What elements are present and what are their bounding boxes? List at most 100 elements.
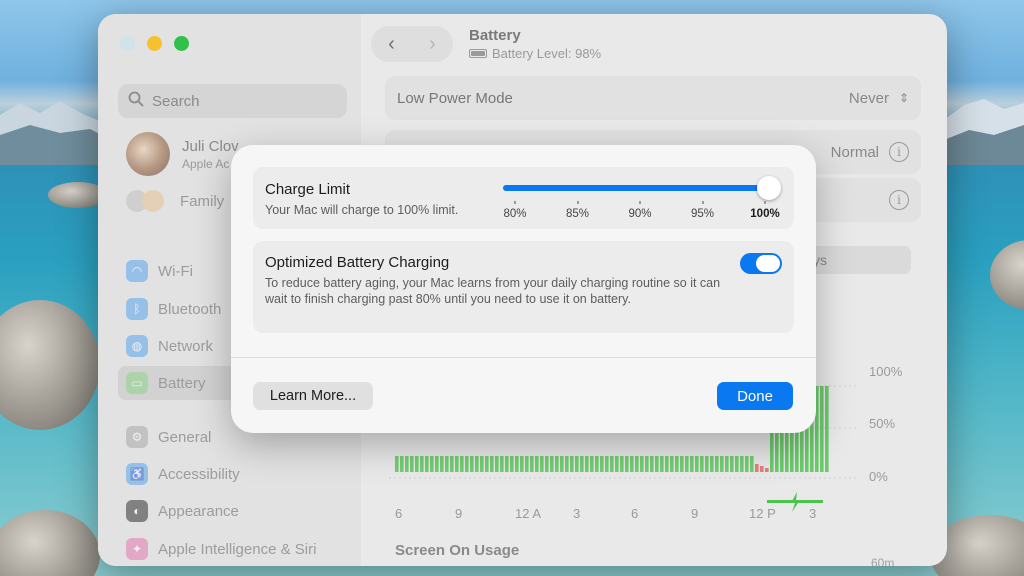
rock-left	[0, 300, 100, 430]
chart-bar	[695, 456, 699, 472]
sidebar-item-label: Network	[158, 337, 214, 355]
chart-bar	[470, 456, 474, 472]
chart-bar	[650, 456, 654, 472]
battery-level-label: Battery Level: 98%	[492, 46, 602, 61]
optimized-charging-card: Optimized Battery Charging To reduce bat…	[253, 241, 794, 333]
chart-bar	[575, 456, 579, 472]
learn-more-button[interactable]: Learn More...	[253, 382, 373, 410]
chart-y-label: 50%	[869, 416, 896, 431]
chart-bar	[425, 456, 429, 472]
chart-x-label: 12 A	[515, 506, 542, 521]
charge-limit-card: Charge Limit Your Mac will charge to 100…	[253, 167, 794, 229]
rock-bottom-left	[0, 510, 100, 576]
chart-x-label: 6	[631, 506, 639, 521]
chart-bar	[430, 456, 434, 472]
slider-tick	[514, 201, 516, 204]
chart-bar	[525, 456, 529, 472]
sidebar-item-label: Apple Intelligence & Siri	[158, 540, 317, 558]
chart-bar	[630, 456, 634, 472]
chart-bar	[490, 456, 494, 472]
siri-icon: ✦	[126, 538, 148, 560]
chart-bar	[820, 386, 824, 472]
chart-bar	[640, 456, 644, 472]
low-power-mode-label: Low Power Mode	[397, 89, 513, 107]
chart-bar	[510, 456, 514, 472]
slider-knob[interactable]	[757, 176, 781, 200]
sidebar-item-label: Bluetooth	[158, 300, 222, 318]
sidebar-item-accessibility[interactable]: ♿ Accessibility	[118, 457, 347, 491]
profile-item[interactable]: Juli Clov Apple Ac	[126, 132, 239, 176]
chart-bar	[740, 456, 744, 472]
sidebar-item-appearance[interactable]: ◐ Appearance	[118, 494, 347, 528]
divider	[231, 357, 816, 358]
screen-on-usage-heading: Screen On Usage	[395, 542, 520, 559]
charge-limit-title: Charge Limit	[265, 181, 351, 198]
chart-bar	[665, 456, 669, 472]
forward-chevron-icon[interactable]: ›	[429, 33, 436, 56]
close-window-button[interactable]	[120, 36, 135, 51]
chart-bar	[555, 456, 559, 472]
battery-health-value: Normal	[830, 143, 879, 161]
done-button[interactable]: Done	[717, 382, 793, 410]
chart-bar	[710, 456, 714, 472]
chart-bar	[445, 456, 449, 472]
chart-bar	[565, 456, 569, 472]
chart-bar	[660, 456, 664, 472]
page-title: Battery	[469, 27, 521, 44]
chart-x-label: 9	[455, 506, 463, 521]
chart-bar	[540, 456, 544, 472]
low-power-mode-row: Low Power Mode Never ⇕	[385, 76, 921, 120]
chart-bar	[595, 456, 599, 472]
chart-bar	[600, 456, 604, 472]
chart-x-label: 3	[573, 506, 581, 521]
segment-control-tab[interactable]: ys	[807, 246, 911, 274]
optimized-charging-title: Optimized Battery Charging	[265, 254, 450, 271]
chart-bar	[520, 456, 524, 472]
slider-tick-label: 90%	[628, 208, 652, 220]
chart-bar	[720, 456, 724, 472]
chart-bar	[730, 456, 734, 472]
minimize-window-button[interactable]	[147, 36, 162, 51]
rock-right	[990, 240, 1024, 310]
sidebar-item-label: Accessibility	[158, 465, 240, 483]
avatar	[126, 132, 170, 176]
charge-limit-slider[interactable]: 80% 85% 90% 95% 100%	[503, 175, 783, 225]
chart-bar	[545, 456, 549, 472]
zoom-window-button[interactable]	[174, 36, 189, 51]
chart-bar	[485, 456, 489, 472]
chart-bar	[760, 466, 764, 472]
sidebar-item-apple-intelligence-siri[interactable]: ✦ Apple Intelligence & Siri	[118, 532, 347, 566]
charge-limit-description: Your Mac will charge to 100% limit.	[265, 203, 459, 217]
info-icon[interactable]: i	[889, 142, 909, 162]
search-icon	[128, 91, 144, 111]
optimized-charging-toggle[interactable]	[740, 253, 782, 274]
chart-bar	[505, 456, 509, 472]
chart-bar	[420, 456, 424, 472]
search-placeholder: Search	[152, 92, 200, 110]
chart-bar	[620, 456, 624, 472]
search-input[interactable]: Search	[118, 84, 347, 118]
chart-bar	[475, 456, 479, 472]
chart-bar	[455, 456, 459, 472]
slider-tick-label: 100%	[750, 208, 780, 220]
chart-bar	[415, 456, 419, 472]
slider-fill	[503, 185, 769, 191]
chart-x-label: 6	[395, 506, 403, 521]
chart-bar	[605, 456, 609, 472]
sidebar-item-label: Wi-Fi	[158, 262, 193, 280]
wifi-icon: ◠	[126, 260, 148, 282]
sidebar-item-family[interactable]: Family	[126, 190, 224, 212]
chart-bar	[495, 456, 499, 472]
chart-bar	[395, 456, 399, 472]
info-icon[interactable]: i	[889, 190, 909, 210]
chart-bar	[755, 464, 759, 472]
chart-bar	[480, 456, 484, 472]
chart-bar	[460, 456, 464, 472]
chart-bar	[465, 456, 469, 472]
low-power-mode-select[interactable]: Never ⇕	[849, 90, 909, 107]
chart-bar	[585, 456, 589, 472]
back-chevron-icon[interactable]: ‹	[388, 33, 395, 56]
navigation-buttons: ‹ ›	[371, 26, 453, 62]
chart-bar	[635, 456, 639, 472]
chart-bar	[725, 456, 729, 472]
